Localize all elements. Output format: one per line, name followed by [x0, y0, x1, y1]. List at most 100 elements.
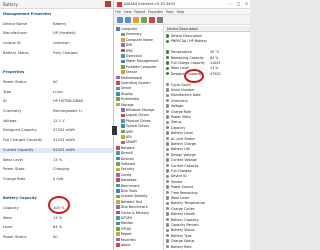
property-row[interactable]: Charge Rate 0 mW: [0, 177, 113, 183]
property-row[interactable]: Wear Level 13 %: [0, 158, 113, 164]
tree-item[interactable]: Storage: [116, 103, 134, 108]
property-row[interactable]: Level 84 %: [0, 225, 113, 231]
detail-label: Battery Life: [170, 147, 191, 152]
property-row[interactable]: Properties: [0, 70, 113, 76]
tree-item[interactable]: Motherboard: [116, 76, 142, 81]
property-row[interactable]: ID HP HSTNN-DB4B: [0, 99, 113, 105]
property-label: ID: [3, 99, 7, 104]
status-dot-icon: [166, 169, 170, 173]
detail-label: Capacity: [170, 125, 186, 130]
property-row[interactable]: Management Properties: [0, 12, 113, 18]
property-row[interactable]: Power State Charging: [0, 167, 113, 173]
property-row[interactable]: Power Status AC: [0, 80, 113, 86]
navigation-tree: Computer Summary Computer Name DMI IPMI Overc…: [114, 26, 164, 250]
tree-item[interactable]: DMI: [121, 43, 132, 48]
tree-item[interactable]: Benchmark: [116, 184, 140, 189]
tree-item[interactable]: Server: [116, 86, 132, 91]
aida64-window: AIDA64 Extreme v5.20.3400 – □ ✕ File View…: [114, 0, 250, 250]
tree-item[interactable]: Monitor: [116, 221, 133, 226]
property-row[interactable]: Battery Status Fully Charged: [0, 51, 113, 57]
detail-label: Battery Health: [170, 212, 195, 217]
tree-item[interactable]: About: [116, 243, 131, 248]
tree-item-label: Security: [120, 167, 135, 172]
status-dot-icon: [166, 99, 170, 103]
property-row[interactable]: [0, 187, 113, 193]
close-button[interactable]: ✕: [243, 1, 250, 7]
tree-node-icon: [116, 183, 120, 188]
forward-icon[interactable]: [125, 17, 131, 23]
hand-drawn-annotation-circle: [48, 196, 70, 214]
tree-item[interactable]: Devices: [116, 157, 134, 162]
property-label: Power State: [3, 167, 25, 172]
property-value: Unknown: [53, 41, 70, 46]
property-row[interactable]: Device Name Battery: [0, 22, 113, 28]
property-label: Unique ID: [3, 41, 21, 46]
property-label: Voltage: [3, 118, 17, 123]
detail-label: Status: [170, 120, 182, 125]
property-row[interactable]: Unique ID Unknown: [0, 41, 113, 47]
tree-item[interactable]: Sensor: [121, 70, 137, 75]
tree-item[interactable]: Summary: [121, 32, 142, 37]
minimize-button[interactable]: –: [227, 1, 234, 7]
property-label: Full Charged Capacity: [3, 138, 43, 143]
tree-item[interactable]: Disk Benchmark: [116, 205, 148, 210]
tree-item[interactable]: Report: [116, 232, 132, 237]
tree-item[interactable]: Logical Drives: [121, 113, 149, 118]
close-button[interactable]: [105, 1, 111, 7]
tree-node-icon: [116, 27, 120, 31]
tree-item-label: Summary: [125, 32, 142, 37]
status-dot-icon: [166, 185, 170, 189]
property-value: Charging: [53, 167, 70, 172]
benchmark-icon[interactable]: [149, 17, 155, 23]
status-dot-icon: [166, 158, 170, 162]
tree-item[interactable]: Power Management: [121, 59, 159, 64]
status-dot-icon: [166, 109, 170, 114]
refresh-icon[interactable]: [133, 17, 139, 23]
tree-node-icon: [116, 237, 120, 242]
property-row[interactable]: Wear 13 %: [0, 216, 113, 222]
property-row[interactable]: Designed Capacity 47520 mWh: [0, 128, 113, 134]
tree-node-icon: [121, 43, 125, 47]
tree-item[interactable]: Cache & Memory: [116, 211, 149, 216]
back-icon[interactable]: [117, 17, 123, 23]
property-row[interactable]: Voltage 12.1 V: [0, 118, 113, 125]
status-dot-icon: [166, 147, 170, 152]
property-row[interactable]: Manufacturer HP (Hewlett): [0, 31, 113, 37]
window-title: Battery: [3, 2, 18, 7]
tree-item[interactable]: Security: [116, 167, 134, 172]
tree-item[interactable]: Optical Drives: [121, 124, 149, 129]
tree-item[interactable]: SMART: [121, 140, 137, 145]
property-row[interactable]: Full Charged Capacity 41025 mWh: [0, 138, 113, 144]
report-icon[interactable]: [141, 17, 147, 23]
tree-item-label: System Stability: [120, 194, 148, 199]
tree-item[interactable]: IPMI: [121, 49, 133, 54]
tree-item[interactable]: DirectX: [116, 151, 133, 156]
property-label: Current Capacity: [3, 147, 34, 152]
tree-item-label: GPGPU: [120, 216, 133, 220]
detail-label: AC Line Status: [170, 136, 195, 141]
battery-properties-window: Battery Management Properties Device Name…: [0, 0, 114, 250]
tree-item-label: Disk Benchmark: [120, 205, 148, 210]
detail-label: PNP0C0A / HP Battery: [170, 39, 208, 44]
tools-icon[interactable]: [157, 17, 163, 23]
tree-item[interactable]: System Stability: [116, 194, 148, 199]
property-label: Properties: [3, 70, 25, 75]
tree-item[interactable]: Favorites: [116, 238, 136, 243]
tree-item[interactable]: ASPI: [121, 130, 133, 135]
tree-item-label: Portable Computer: [125, 64, 157, 69]
tree-item[interactable]: Database: [116, 178, 137, 183]
tree-item-label: Logical Drives: [125, 113, 149, 118]
tree-item-label: Physical Drives: [125, 118, 151, 123]
property-row[interactable]: Chemistry Rechargeable Li: [0, 109, 113, 115]
detail-row[interactable]: Battery Rate: [166, 245, 250, 250]
property-row[interactable]: Power Status AC: [0, 235, 113, 241]
status-dot-icon: [166, 104, 170, 108]
tree-node-icon: [121, 129, 125, 134]
tree-node-icon: [121, 59, 125, 64]
maximize-button[interactable]: □: [235, 1, 242, 7]
property-row[interactable]: Current Capacity 41025 mWh: [0, 147, 113, 154]
property-row[interactable]: [0, 61, 113, 67]
property-row[interactable]: Type Li-ion: [0, 90, 113, 96]
tree-item[interactable]: Multimedia: [116, 97, 139, 102]
tree-node-icon: [116, 173, 120, 177]
